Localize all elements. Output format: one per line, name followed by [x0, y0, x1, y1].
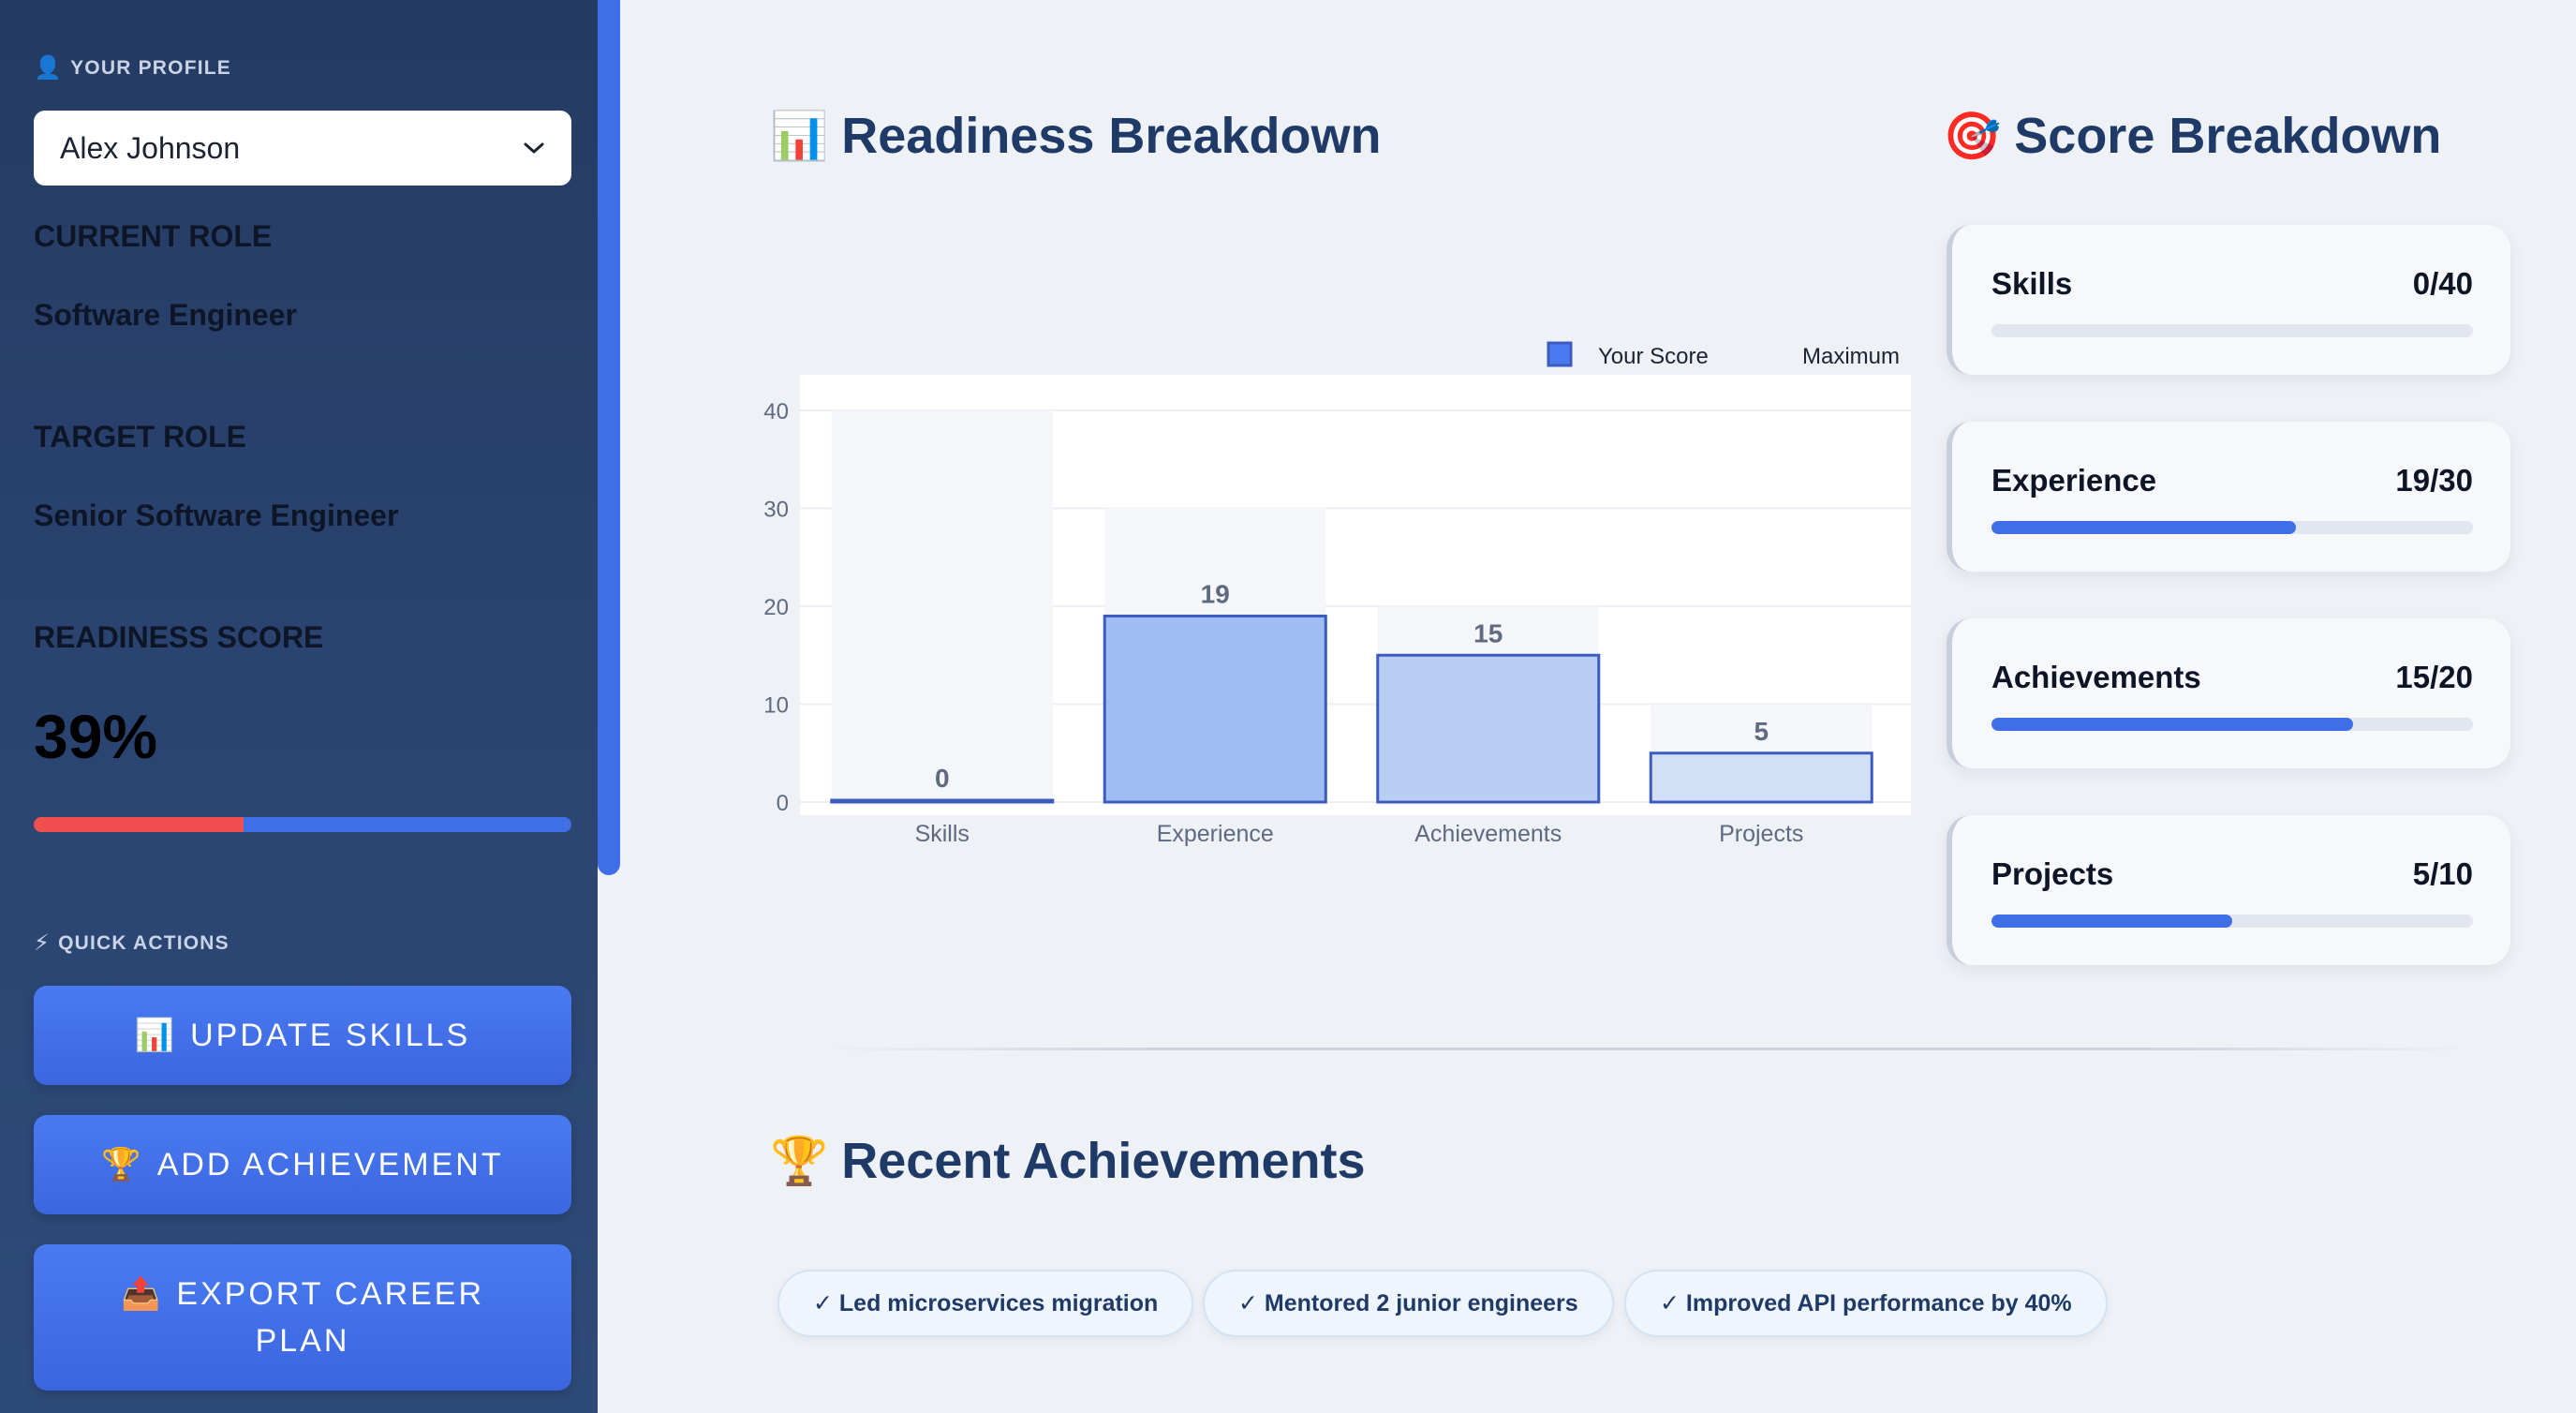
- score-card-value: 5/10: [2412, 856, 2473, 891]
- x-tick-label: Experience: [1157, 821, 1274, 847]
- recent-achievements-heading: 🏆 Recent Achievements: [770, 1133, 1366, 1189]
- trophy-icon: 🏆: [101, 1147, 144, 1182]
- data-label: 19: [1201, 579, 1230, 608]
- add-achievement-button[interactable]: 🏆 ADD ACHIEVEMENT: [34, 1115, 571, 1214]
- readiness-breakdown-heading: 📊 Readiness Breakdown: [770, 108, 1382, 164]
- readiness-chart: 0 10 20 30 40 0 Skills 19 Experience 15 Achievemen…: [749, 328, 1911, 862]
- y-tick-label: 10: [763, 693, 789, 719]
- score-card-value: 19/30: [2395, 463, 2473, 498]
- score-card-progress-fill: [1991, 718, 2353, 731]
- sidebar: 👤 YOUR PROFILE Alex Johnson CURRENT ROLE…: [0, 0, 598, 1413]
- user-icon: 👤: [34, 55, 64, 81]
- profile-select-value: Alex Johnson: [60, 130, 241, 165]
- target-role-value: Senior Software Engineer: [34, 498, 399, 532]
- x-tick-label: Skills: [915, 821, 970, 847]
- readiness-score-label: READINESS SCORE: [34, 620, 324, 654]
- update-skills-button[interactable]: 📊 UPDATE SKILLS: [34, 986, 571, 1085]
- section-divider: [824, 1048, 2473, 1050]
- x-tick-label: Achievements: [1414, 821, 1562, 847]
- score-card-progress: [1991, 718, 2473, 731]
- y-tick-label: 30: [763, 498, 789, 523]
- legend-label-your-score: Your Score: [1598, 344, 1709, 369]
- legend-label-maximum: Maximum: [1802, 344, 1900, 369]
- legend-swatch-your-score: [1547, 341, 1573, 367]
- score-card-achievements: Achievements 15/20: [1947, 618, 2510, 768]
- trophy-icon: 🏆: [770, 1134, 829, 1187]
- x-tick-label: Projects: [1719, 821, 1803, 847]
- data-label: 5: [1754, 717, 1769, 746]
- score-card-skills: Skills 0/40: [1947, 225, 2510, 375]
- score-card-title: Projects: [1991, 856, 2114, 891]
- score-card-value: 15/20: [2395, 660, 2473, 694]
- y-tick-label: 40: [763, 399, 789, 424]
- score-breakdown-heading: 🎯 Score Breakdown: [1943, 108, 2442, 164]
- target-icon: 🎯: [1943, 109, 2002, 162]
- score-card-projects: Projects 5/10: [1947, 815, 2510, 965]
- profile-select[interactable]: Alex Johnson: [34, 111, 571, 186]
- maximum-bar: [831, 410, 1053, 802]
- score-card-progress: [1991, 521, 2473, 534]
- score-card-title: Skills: [1991, 266, 2073, 301]
- score-card-progress: [1991, 915, 2473, 928]
- score-card-progress-fill: [1991, 915, 2232, 928]
- score-card-value: 0/40: [2412, 266, 2473, 301]
- score-card-progress: [1991, 324, 2473, 337]
- sidebar-scrollbar[interactable]: [598, 0, 620, 875]
- readiness-progress-bar: [34, 817, 571, 832]
- score-card-title: Experience: [1991, 463, 2157, 498]
- target-role-label: TARGET ROLE: [34, 420, 246, 454]
- score-card-progress-fill: [1991, 521, 2297, 534]
- your-score-bar: [1103, 614, 1327, 804]
- readiness-bar-chart: 0 10 20 30 40 0 Skills 19 Experience 15 Achievemen…: [763, 341, 1911, 847]
- score-card-experience: Experience 19/30: [1947, 422, 2510, 572]
- export-tray-icon: 📤: [120, 1276, 164, 1312]
- current-role-value: Software Engineer: [34, 298, 297, 332]
- achievement-pill: ✓ Mentored 2 junior engineers: [1203, 1270, 1614, 1337]
- lightning-icon: ⚡: [34, 930, 52, 956]
- achievement-pill: ✓ Improved API performance by 40%: [1624, 1270, 2108, 1337]
- readiness-score-value: 39%: [34, 702, 158, 771]
- your-score-bar: [1376, 653, 1601, 804]
- y-tick-label: 20: [763, 595, 789, 620]
- current-role-label: CURRENT ROLE: [34, 219, 273, 253]
- y-tick-label: 0: [777, 791, 789, 816]
- data-label: 15: [1473, 618, 1503, 647]
- profile-heading: 👤 YOUR PROFILE: [34, 55, 232, 81]
- legend-swatch-maximum: [1754, 343, 1776, 365]
- quick-actions-heading: ⚡ QUICK ACTIONS: [34, 930, 229, 956]
- your-score-bar: [1649, 751, 1873, 804]
- data-label: 0: [935, 764, 950, 793]
- bar-chart-icon: 📊: [770, 109, 829, 162]
- achievement-pill: ✓ Led microservices migration: [777, 1270, 1194, 1337]
- score-card-title: Achievements: [1991, 660, 2201, 694]
- chevron-down-icon: [524, 142, 544, 154]
- export-career-plan-button[interactable]: 📤 EXPORT CAREER PLAN: [34, 1244, 571, 1391]
- your-score-bar: [830, 798, 1055, 804]
- bar-chart-icon: 📊: [134, 1018, 178, 1053]
- readiness-progress-fill: [34, 817, 244, 832]
